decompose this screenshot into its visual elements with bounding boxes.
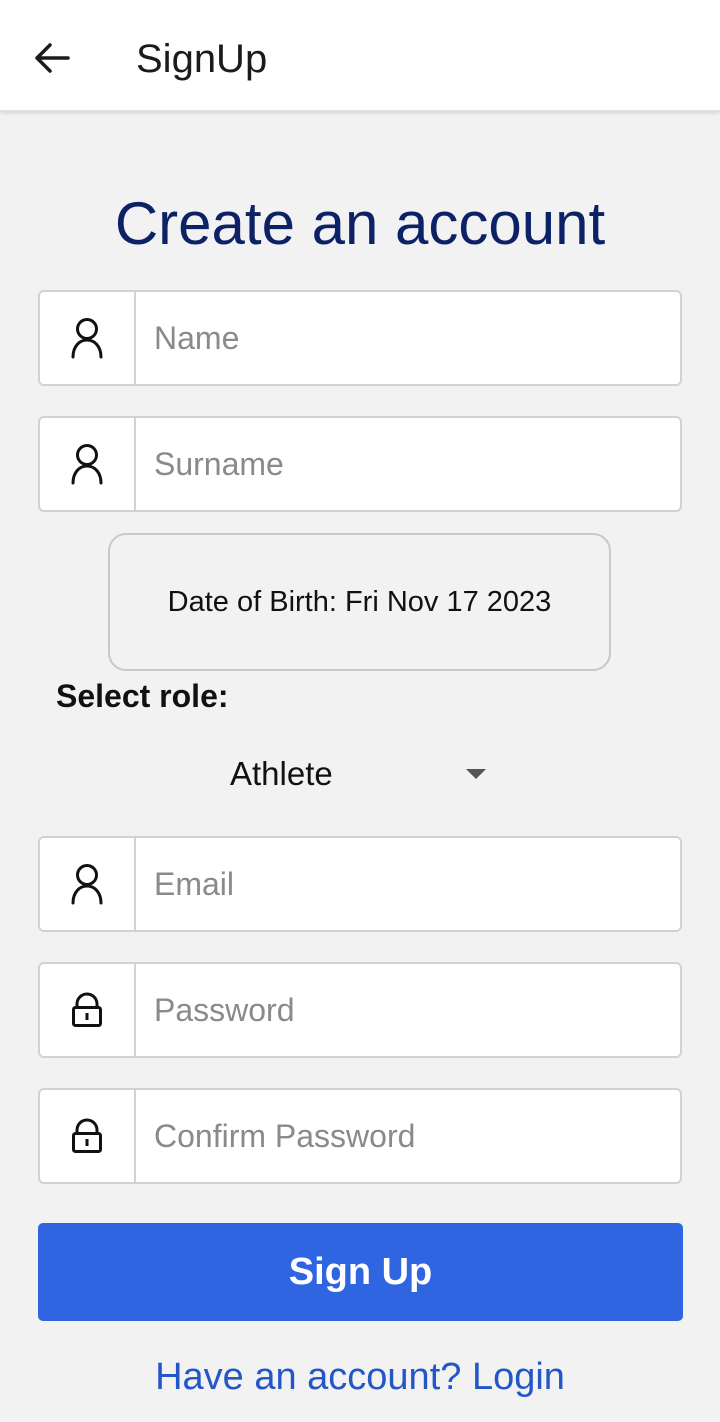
date-of-birth-button[interactable]: Date of Birth: Fri Nov 17 2023 — [108, 533, 611, 671]
surname-input[interactable] — [136, 418, 680, 510]
confirm-password-input[interactable] — [136, 1090, 680, 1182]
back-button[interactable] — [22, 28, 82, 88]
select-role-label: Select role: — [56, 678, 229, 714]
user-icon — [71, 318, 103, 359]
sign-up-button-label: Sign Up — [288, 1250, 433, 1293]
user-icon — [71, 864, 103, 905]
confirm-password-field — [38, 1088, 682, 1184]
role-dropdown[interactable]: Athlete — [200, 744, 500, 804]
login-link[interactable]: Have an account? Login — [0, 1354, 720, 1400]
email-field — [38, 836, 682, 932]
password-input[interactable] — [136, 964, 680, 1056]
email-input[interactable] — [136, 838, 680, 930]
role-selected-value: Athlete — [230, 755, 333, 792]
page-title: SignUp — [136, 37, 268, 81]
name-field — [38, 290, 682, 386]
password-field — [38, 962, 682, 1058]
date-of-birth-label: Date of Birth: Fri Nov 17 2023 — [167, 585, 552, 618]
password-icon-cell — [40, 964, 136, 1056]
surname-icon-cell — [40, 418, 136, 510]
name-input[interactable] — [136, 292, 680, 384]
surname-field — [38, 416, 682, 512]
confirm-password-icon-cell — [40, 1090, 136, 1182]
name-icon-cell — [40, 292, 136, 384]
user-icon — [71, 444, 103, 485]
sign-up-button[interactable]: Sign Up — [38, 1223, 683, 1321]
caret-down-icon — [466, 769, 486, 779]
lock-icon — [72, 992, 102, 1027]
arrow-left-icon — [35, 43, 70, 73]
app-bar: SignUp — [0, 0, 720, 111]
email-icon-cell — [40, 838, 136, 930]
form-heading: Create an account — [114, 190, 606, 257]
lock-icon — [72, 1118, 102, 1153]
